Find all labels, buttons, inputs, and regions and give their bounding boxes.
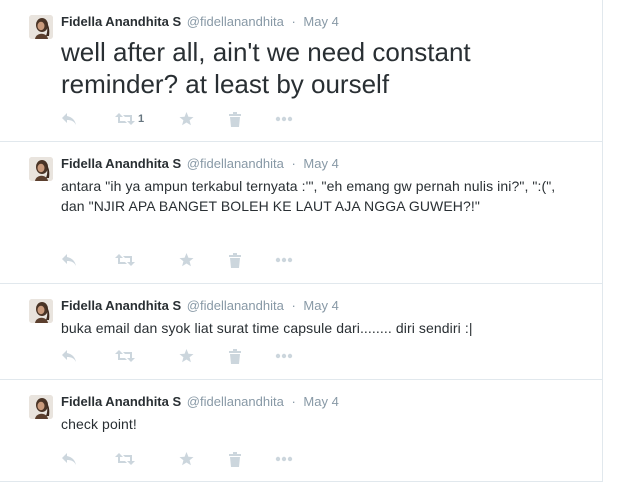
more-button[interactable] <box>275 348 293 364</box>
tweet-actions: 1 <box>61 111 361 127</box>
tweet-actions <box>61 348 361 364</box>
star-icon <box>179 349 194 363</box>
more-icon <box>275 456 293 462</box>
tweet-text: antara "ih ya ampun terkabul ternyata :'… <box>61 178 556 214</box>
fullname[interactable]: Fidella Anandhita S <box>61 156 181 171</box>
tweet-actions <box>61 252 361 268</box>
tweet[interactable]: Fidella Anandhita S @fidellanandhita · M… <box>0 0 602 142</box>
trash-icon <box>229 451 241 467</box>
reply-icon <box>61 253 77 267</box>
timestamp[interactable]: May 4 <box>303 14 338 29</box>
retweet-count: 1 <box>138 113 145 125</box>
star-icon <box>179 452 194 466</box>
username[interactable]: @fidellanandhita <box>187 394 284 409</box>
more-icon <box>275 116 293 122</box>
tweet-actions <box>61 451 361 467</box>
more-icon <box>275 353 293 359</box>
reply-button[interactable] <box>61 111 77 127</box>
retweet-button[interactable] <box>115 451 138 467</box>
delete-button[interactable] <box>229 111 241 127</box>
timestamp[interactable]: May 4 <box>303 394 338 409</box>
tweet-header: Fidella Anandhita S @fidellanandhita · M… <box>61 298 339 314</box>
star-icon <box>179 112 194 126</box>
more-button[interactable] <box>275 111 293 127</box>
reply-icon <box>61 112 77 126</box>
avatar[interactable] <box>29 299 53 323</box>
tweet-text: well after all, ain't we need constant r… <box>61 37 471 99</box>
delete-button[interactable] <box>229 451 241 467</box>
tweet-text: buka email dan syok liat surat time caps… <box>61 320 473 336</box>
separator: · <box>291 298 296 313</box>
separator: · <box>291 14 296 29</box>
star-icon <box>179 253 194 267</box>
reply-icon <box>61 452 77 466</box>
retweet-icon <box>115 253 135 267</box>
avatar[interactable] <box>29 157 53 181</box>
username[interactable]: @fidellanandhita <box>187 298 284 313</box>
favorite-button[interactable] <box>179 451 194 467</box>
tweet-header: Fidella Anandhita S @fidellanandhita · M… <box>61 14 339 30</box>
tweet-header: Fidella Anandhita S @fidellanandhita · M… <box>61 394 339 410</box>
timestamp[interactable]: May 4 <box>303 156 338 171</box>
retweet-button[interactable] <box>115 348 138 364</box>
more-button[interactable] <box>275 252 293 268</box>
more-icon <box>275 257 293 263</box>
favorite-button[interactable] <box>179 111 194 127</box>
tweet[interactable]: Fidella Anandhita S @fidellanandhita · M… <box>0 142 602 284</box>
tweet[interactable]: Fidella Anandhita S @fidellanandhita · M… <box>0 284 602 380</box>
tweet-header: Fidella Anandhita S @fidellanandhita · M… <box>61 156 339 172</box>
delete-button[interactable] <box>229 252 241 268</box>
retweet-icon <box>115 349 135 363</box>
fullname[interactable]: Fidella Anandhita S <box>61 14 181 29</box>
avatar[interactable] <box>29 395 53 419</box>
timestamp[interactable]: May 4 <box>303 298 338 313</box>
retweet-button[interactable]: 1 <box>115 111 144 127</box>
trash-icon <box>229 111 241 127</box>
tweet-text: check point! <box>61 416 137 432</box>
favorite-button[interactable] <box>179 348 194 364</box>
trash-icon <box>229 348 241 364</box>
separator: · <box>291 156 296 171</box>
reply-icon <box>61 349 77 363</box>
trash-icon <box>229 252 241 268</box>
tweet[interactable]: Fidella Anandhita S @fidellanandhita · M… <box>0 380 602 482</box>
delete-button[interactable] <box>229 348 241 364</box>
separator: · <box>291 394 296 409</box>
fullname[interactable]: Fidella Anandhita S <box>61 298 181 313</box>
reply-button[interactable] <box>61 348 77 364</box>
more-button[interactable] <box>275 451 293 467</box>
avatar[interactable] <box>29 15 53 39</box>
username[interactable]: @fidellanandhita <box>187 156 284 171</box>
fullname[interactable]: Fidella Anandhita S <box>61 394 181 409</box>
username[interactable]: @fidellanandhita <box>187 14 284 29</box>
retweet-icon <box>115 452 135 466</box>
retweet-icon <box>115 112 135 126</box>
tweet-timeline: Fidella Anandhita S @fidellanandhita · M… <box>0 0 603 482</box>
reply-button[interactable] <box>61 451 77 467</box>
reply-button[interactable] <box>61 252 77 268</box>
retweet-button[interactable] <box>115 252 138 268</box>
favorite-button[interactable] <box>179 252 194 268</box>
